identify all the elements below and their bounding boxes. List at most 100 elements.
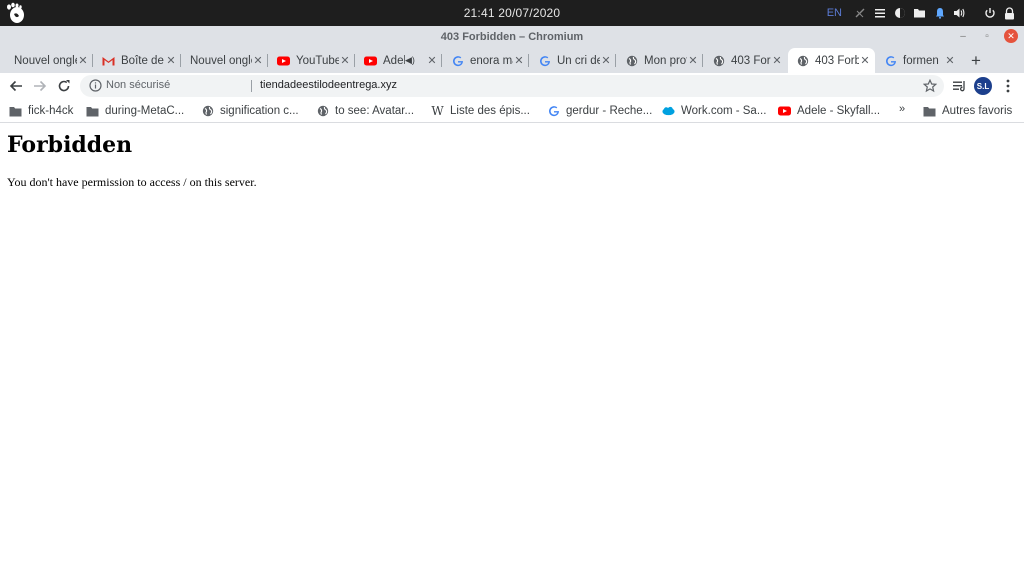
playlist-icon [952, 81, 965, 92]
bookmark-item[interactable]: Autres favoris [923, 103, 1012, 119]
reload-icon [58, 80, 70, 92]
lock-screen-icon[interactable] [1003, 6, 1016, 20]
tab-active[interactable]: 403 Forbidden ✕ [788, 48, 875, 73]
bookmark-item[interactable]: W Liste des épis... [431, 103, 530, 119]
tab[interactable]: Un cri de guerre ✕ [530, 48, 616, 73]
close-tab-icon[interactable]: ✕ [426, 54, 438, 67]
page-heading: Forbidden [7, 132, 133, 158]
tab-separator [354, 54, 355, 67]
folder-icon [923, 105, 936, 118]
arrow-left-icon [9, 80, 22, 92]
close-tab-icon[interactable]: ✕ [600, 54, 612, 67]
close-window-icon[interactable]: ✕ [1004, 29, 1018, 43]
tab-label: Boîte de réception [121, 54, 165, 67]
restore-icon[interactable]: ▫ [980, 29, 994, 43]
bookmark-star-icon[interactable] [922, 78, 938, 94]
youtube-icon [364, 54, 377, 67]
bookmark-item[interactable]: during-MetaC... [86, 103, 184, 119]
tab[interactable]: enora malagré ✕ [443, 48, 529, 73]
tab-separator [92, 54, 93, 67]
globe-icon [316, 105, 329, 118]
tab-separator [702, 54, 703, 67]
youtube-icon [277, 54, 290, 67]
profile-avatar[interactable]: S.L [974, 77, 992, 95]
power-icon[interactable] [983, 7, 996, 20]
volume-icon[interactable] [953, 7, 966, 20]
tab[interactable]: formen ✕ [876, 48, 960, 73]
google-icon [547, 105, 560, 118]
keyboard-layout-indicator[interactable]: EN [827, 7, 842, 19]
close-tab-icon[interactable]: ✕ [687, 54, 699, 67]
close-tab-icon[interactable]: ✕ [513, 54, 525, 67]
close-tab-icon[interactable]: ✕ [339, 54, 351, 67]
tab[interactable]: Adele ◀) ✕ [356, 48, 442, 73]
close-tab-icon[interactable]: ✕ [944, 54, 956, 67]
close-tab-icon[interactable]: ✕ [771, 54, 783, 67]
tab[interactable]: Mon profil ✕ [617, 48, 703, 73]
network-disabled-icon[interactable] [853, 7, 866, 20]
night-light-icon[interactable] [893, 7, 906, 20]
google-icon [451, 54, 464, 67]
bookmark-item[interactable]: Work.com - Sa... [662, 103, 766, 119]
bookmarks-bar: fick-h4ck during-MetaC... signification … [0, 99, 1024, 123]
close-tab-icon[interactable]: ✕ [859, 54, 871, 67]
reload-button[interactable] [54, 76, 74, 96]
bookmark-label: Work.com - Sa... [681, 105, 767, 117]
info-icon[interactable] [89, 79, 102, 92]
tab-label: YouTube [296, 54, 339, 67]
security-status-label[interactable]: Non sécurisé [106, 79, 170, 91]
bookmark-item[interactable]: signification c... [201, 103, 299, 119]
tab[interactable]: Nouvel onglet ✕ [182, 48, 268, 73]
url-text[interactable]: tiendadeestilodeentrega.xyz [260, 79, 397, 91]
bookmark-label: Liste des épis... [450, 105, 530, 117]
page-content: Forbidden You don't have permission to a… [0, 124, 1024, 576]
bookmark-item[interactable]: Adele - Skyfall... [778, 103, 880, 119]
menu-kebab-icon[interactable] [999, 77, 1017, 95]
tab[interactable]: YouTube ✕ [269, 48, 355, 73]
globe-icon [796, 54, 809, 67]
browser-toolbar: Non sécurisé tiendadeestilodeentrega.xyz… [0, 73, 1024, 99]
window-controls: – ▫ ✕ [956, 29, 1018, 43]
tab-label: formen [903, 54, 939, 67]
gmail-icon [102, 54, 115, 67]
bookmark-label: Adele - Skyfall... [797, 105, 881, 117]
close-tab-icon[interactable]: ✕ [165, 54, 177, 67]
close-tab-icon[interactable]: ✕ [252, 54, 264, 67]
tab[interactable]: Boîte de réception ✕ [94, 48, 181, 73]
tab-label: Nouvel onglet [190, 54, 252, 67]
bookmark-label: gerdur - Reche... [566, 105, 653, 117]
tab-label: 403 Forbidden [731, 54, 771, 67]
tab-label: Adele [383, 54, 405, 67]
media-controls-button[interactable] [950, 77, 968, 95]
globe-icon [625, 54, 638, 67]
globe-icon [201, 105, 214, 118]
folder-icon[interactable] [913, 7, 926, 20]
window-titlebar[interactable]: 403 Forbidden – Chromium – ▫ ✕ [0, 26, 1024, 48]
notification-bell-icon[interactable] [933, 7, 946, 20]
tab[interactable]: Nouvel onglet ✕ [0, 48, 93, 73]
bookmarks-overflow-button[interactable]: » [899, 103, 905, 115]
bookmark-item[interactable]: fick-h4ck [9, 103, 73, 119]
bookmark-item[interactable]: gerdur - Reche... [547, 103, 652, 119]
tab-label: Nouvel onglet [14, 54, 77, 67]
tab-strip: Nouvel onglet ✕ Boîte de réception ✕ Nou… [0, 48, 1024, 73]
bookmark-label: to see: Avatar... [335, 105, 415, 117]
arrow-right-icon [34, 80, 47, 92]
tab[interactable]: 403 Forbidden ✕ [704, 48, 787, 73]
address-bar[interactable]: Non sécurisé tiendadeestilodeentrega.xyz [80, 75, 944, 97]
bookmark-item[interactable]: to see: Avatar... [316, 103, 414, 119]
new-tab-button[interactable]: + [966, 51, 986, 71]
minimize-icon[interactable]: – [956, 29, 970, 43]
menu-list-icon[interactable] [873, 7, 886, 20]
salesforce-icon [662, 105, 675, 118]
tab-audio-icon[interactable]: ◀) [405, 55, 415, 66]
tab-label: Un cri de guerre [557, 54, 600, 67]
forward-button[interactable] [30, 76, 50, 96]
tab-separator [180, 54, 181, 67]
tab-separator [615, 54, 616, 67]
tab-label: 403 Forbidden [815, 54, 859, 67]
tab-separator [441, 54, 442, 67]
omnibox-divider [251, 80, 252, 92]
back-button[interactable] [6, 76, 26, 96]
close-tab-icon[interactable]: ✕ [77, 54, 89, 67]
